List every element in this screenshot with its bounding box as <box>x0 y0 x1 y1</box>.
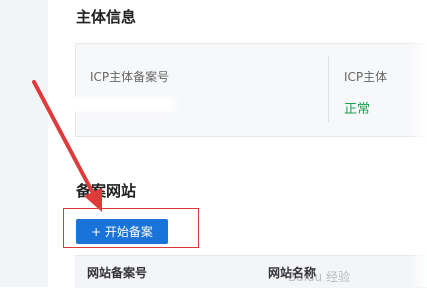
watermark: Baidu 经验 <box>288 270 350 284</box>
annotation-arrow-icon <box>32 80 102 212</box>
